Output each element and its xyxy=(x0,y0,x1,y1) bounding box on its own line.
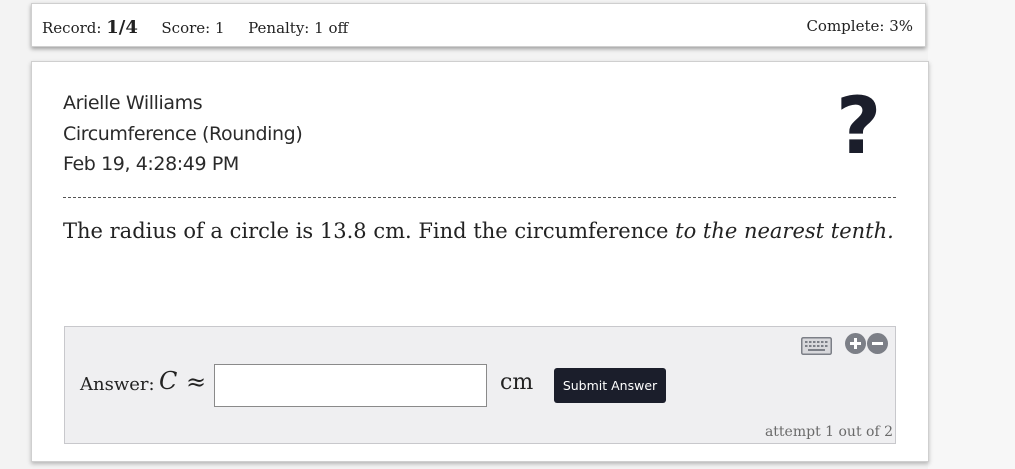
status-bar: Record: 1/4 Score: 1 Penalty: 1 off Comp… xyxy=(31,3,926,47)
score-label: Score: xyxy=(161,19,211,37)
question-text: The radius of a circle is 13.8 cm. Find … xyxy=(63,219,894,243)
question-body: The radius of a circle is 13.8 cm. Find … xyxy=(63,219,669,243)
question-mark-icon: ? xyxy=(836,82,882,172)
question-emphasis: to the nearest tenth. xyxy=(675,219,894,243)
attempt-counter: attempt 1 out of 2 xyxy=(764,424,893,440)
keyboard-icon[interactable] xyxy=(801,337,832,355)
record-label: Record: xyxy=(42,19,102,37)
plus-circle-icon[interactable] xyxy=(845,333,866,354)
status-left: Record: 1/4 Score: 1 Penalty: 1 off xyxy=(42,17,348,38)
timestamp: Feb 19, 4:28:49 PM xyxy=(63,153,239,175)
answer-variable: C xyxy=(159,367,178,395)
topic-title: Circumference (Rounding) xyxy=(63,122,303,145)
approx-symbol: ≈ xyxy=(186,368,207,396)
score-value: 1 xyxy=(215,19,225,37)
problem-card: Arielle Williams Circumference (Rounding… xyxy=(31,61,929,462)
complete-label: Complete: xyxy=(806,17,885,35)
minus-circle-icon[interactable] xyxy=(867,333,888,354)
status-right: Complete: 3% xyxy=(806,17,913,35)
page-right-margin xyxy=(928,0,1015,469)
student-name: Arielle Williams xyxy=(63,92,203,114)
problem-info: Arielle Williams Circumference (Rounding… xyxy=(63,88,303,180)
submit-answer-button[interactable]: Submit Answer xyxy=(554,368,666,403)
record-value: 1/4 xyxy=(106,17,138,38)
answer-input[interactable] xyxy=(214,364,487,407)
answer-label: Answer: xyxy=(80,374,155,395)
divider xyxy=(63,197,896,198)
complete-value: 3% xyxy=(889,17,913,35)
penalty-value: 1 off xyxy=(314,19,349,37)
penalty-label: Penalty: xyxy=(248,19,310,37)
answer-unit: cm xyxy=(500,370,534,395)
answer-panel: Answer: C ≈ cm Submit Answer attempt 1 o… xyxy=(64,326,896,444)
